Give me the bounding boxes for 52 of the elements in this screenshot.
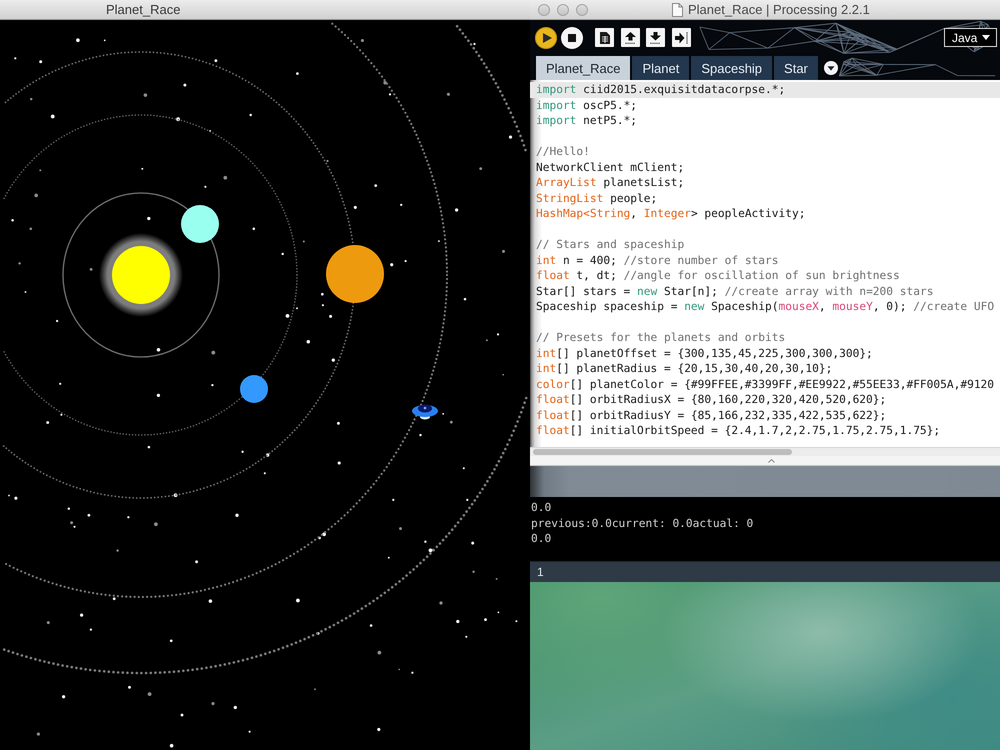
- scrollbar-thumb[interactable]: [533, 449, 792, 455]
- save-button[interactable]: [646, 28, 665, 47]
- up-arrow-icon: [624, 32, 636, 44]
- code-line: import netP5.*;: [535, 113, 638, 128]
- line-number: 1: [537, 565, 544, 579]
- console-line: 0.0: [530, 500, 552, 516]
- code-line: int n = 400; //store number of stars: [535, 252, 780, 268]
- open-button[interactable]: [620, 28, 640, 47]
- code-line: HashMap<String, Integer> peopleActivity;: [535, 206, 806, 222]
- code-line: float[] orbitRadiusX = {80,160,220,320,420,520,620};: [535, 392, 888, 408]
- editor-tab[interactable]: Planet_Race: [536, 56, 630, 80]
- code-line: int[] planetOffset = {300,135,45,225,300,300,300};: [535, 346, 874, 361]
- page-icon: [600, 32, 610, 44]
- code-line: import oscP5.*;: [535, 98, 638, 113]
- caret-icon: [982, 35, 990, 40]
- document-icon: [672, 2, 683, 16]
- code-line: //Hello!: [535, 144, 591, 160]
- run-button[interactable]: [535, 26, 557, 48]
- planet: [240, 375, 268, 403]
- chevron-up-icon: [768, 458, 774, 462]
- code-line: color[] planetColor = {#99FFEE,#3399FF,#EE9922,#55EE33,#FF005A,#9120: [535, 376, 996, 392]
- code-line: // Presets for the planets and orbits: [535, 330, 786, 346]
- down-arrow-icon: [650, 32, 661, 44]
- code-line: StringList people;: [535, 190, 658, 206]
- window-title: Planet_Race | Processing 2.2.1: [688, 2, 870, 17]
- caret-circle-icon[interactable]: [824, 60, 838, 74]
- planet: [181, 205, 219, 243]
- editor-tab[interactable]: Star: [774, 56, 818, 80]
- export-button[interactable]: [672, 28, 690, 47]
- editor-tab[interactable]: Spaceship: [691, 56, 772, 80]
- code-line: float t, dt; //angle for oscillation of sun brightness: [535, 268, 901, 284]
- editor-tab[interactable]: Planet: [632, 56, 690, 80]
- code-line: NetworkClient mClient;: [535, 160, 686, 175]
- window-title: Planet_Race: [106, 2, 180, 17]
- play-icon: [542, 32, 552, 42]
- stop-icon: [568, 34, 576, 42]
- planet: [326, 245, 384, 303]
- code-line: float[] initialOrbitSpeed = {2.4,1.7,2,2.75,1.75,2.75,1.75};: [535, 423, 942, 438]
- mode-dropdown[interactable]: Java: [944, 28, 997, 47]
- code-line: ArrayList planetsList;: [535, 175, 686, 190]
- stop-button[interactable]: [561, 26, 583, 48]
- code-line: // Stars and spaceship: [535, 237, 686, 252]
- code-line: Spaceship spaceship = new Spaceship(mouseX, mouseY, 0); //create UFO: [535, 299, 996, 314]
- horizontal-scrollbar[interactable]: [530, 447, 1000, 456]
- console-line: previous:0.0current: 0.0actual: 0: [530, 516, 754, 531]
- code-line: float[] orbitRadiusY = {85,166,232,335,422,535,622};: [535, 408, 888, 423]
- new-button[interactable]: [595, 28, 614, 47]
- code-line: Star[] stars = new Star[n]; //create array with n=200 stars: [535, 284, 934, 299]
- spaceship: [412, 404, 438, 420]
- right-arrow-icon: [674, 32, 688, 44]
- console-line: 0.0: [530, 531, 552, 546]
- code-line: int[] planetRadius = {20,15,30,40,20,30,10};: [535, 361, 834, 376]
